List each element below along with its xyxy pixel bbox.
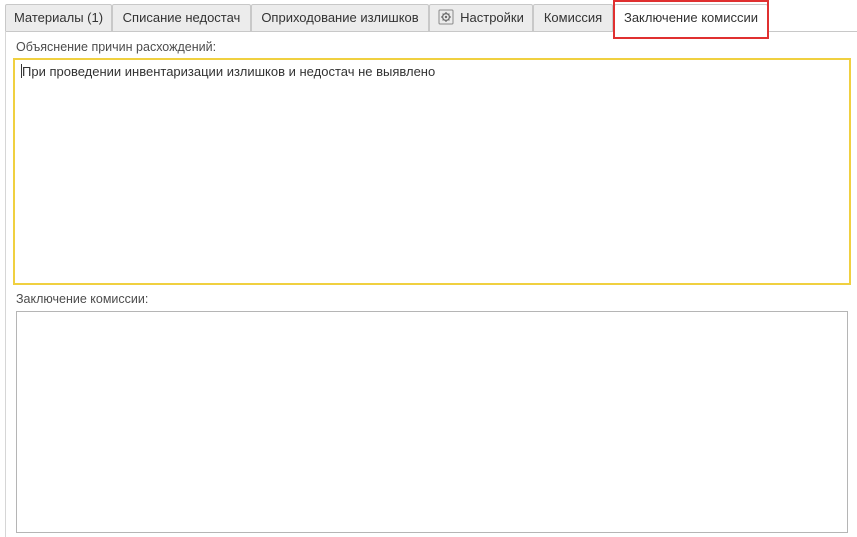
gear-icon bbox=[438, 9, 454, 25]
commission-conclusion-field[interactable] bbox=[16, 311, 848, 533]
tab-commission[interactable]: Комиссия bbox=[533, 4, 613, 31]
tab-bar: Материалы (1) Списание недостач Оприходо… bbox=[0, 0, 857, 32]
conclusion-label: Заключение комиссии: bbox=[16, 292, 149, 306]
form-window: Материалы (1) Списание недостач Оприходо… bbox=[0, 0, 857, 537]
tab-label: Заключение комиссии bbox=[623, 10, 759, 25]
tab-label: Списание недостач bbox=[122, 10, 241, 25]
tab-label: Настройки bbox=[460, 10, 524, 25]
tab-settings[interactable]: Настройки bbox=[429, 4, 533, 31]
tab-label: Материалы (1) bbox=[13, 10, 104, 25]
tab-commission-conclusion[interactable]: Заключение комиссии bbox=[614, 4, 768, 32]
tab-label: Комиссия bbox=[543, 10, 603, 25]
discrepancy-text: При проведении инвентаризации излишков и… bbox=[22, 64, 436, 79]
discrepancy-label: Объяснение причин расхождений: bbox=[16, 40, 217, 54]
tab-materials[interactable]: Материалы (1) bbox=[5, 4, 112, 31]
discrepancy-explanation-field[interactable]: При проведении инвентаризации излишков и… bbox=[13, 58, 851, 285]
tab-write-off-shortages[interactable]: Списание недостач bbox=[112, 4, 251, 31]
tab-label: Оприходование излишков bbox=[261, 10, 419, 25]
tab-surplus-receipt[interactable]: Оприходование излишков bbox=[251, 4, 429, 31]
content-border bbox=[5, 31, 6, 537]
